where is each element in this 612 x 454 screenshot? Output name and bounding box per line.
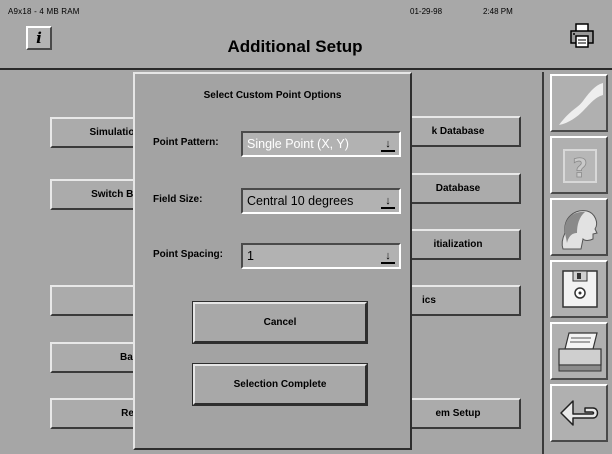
- printer-icon[interactable]: [568, 22, 596, 50]
- header-bar: A9x18 - 4 MB RAM 01-29-98 2:48 PM i Addi…: [0, 0, 612, 70]
- down-arrow-icon: ↓: [381, 193, 395, 209]
- field-curve-icon: [559, 83, 603, 125]
- page-title: Additional Setup: [227, 37, 363, 56]
- help-button[interactable]: ?: [550, 136, 608, 194]
- patient-profile-icon: [561, 210, 598, 250]
- custom-point-options-dialog: Select Custom Point Options Point Patter…: [133, 72, 412, 450]
- down-arrow-icon: ↓: [381, 248, 395, 264]
- point-pattern-label: Point Pattern:: [153, 137, 219, 148]
- field-size-value: Central 10 degrees: [247, 194, 354, 208]
- selection-complete-button[interactable]: Selection Complete: [193, 364, 367, 405]
- field-curve-button[interactable]: [550, 74, 608, 132]
- printer-tray-icon: [558, 332, 602, 372]
- return-button[interactable]: [550, 384, 608, 442]
- floppy-disk-icon: [562, 270, 598, 308]
- svg-text:?: ?: [572, 154, 587, 184]
- print-button[interactable]: [550, 322, 608, 380]
- point-spacing-label: Point Spacing:: [153, 249, 223, 260]
- field-size-select[interactable]: Central 10 degrees ↓: [241, 188, 401, 214]
- help-question-icon: ?: [563, 149, 597, 184]
- save-disk-button[interactable]: [550, 260, 608, 318]
- info-button[interactable]: i: [26, 26, 52, 50]
- date-display: 01-29-98: [410, 7, 443, 16]
- cancel-button[interactable]: Cancel: [193, 302, 367, 343]
- time-display: 2:48 PM: [483, 7, 513, 16]
- point-pattern-value: Single Point (X, Y): [247, 137, 349, 151]
- patient-button[interactable]: [550, 198, 608, 256]
- point-spacing-value: 1: [247, 249, 254, 263]
- system-info: A9x18 - 4 MB RAM: [8, 7, 80, 16]
- point-pattern-select[interactable]: Single Point (X, Y) ↓: [241, 131, 401, 157]
- return-arrow-icon: [560, 400, 599, 426]
- point-spacing-select[interactable]: 1 ↓: [241, 243, 401, 269]
- sidebar: ?: [546, 72, 612, 454]
- dialog-title: Select Custom Point Options: [203, 90, 342, 101]
- info-icon: i: [36, 29, 42, 47]
- field-size-label: Field Size:: [153, 194, 203, 205]
- down-arrow-icon: ↓: [381, 136, 395, 152]
